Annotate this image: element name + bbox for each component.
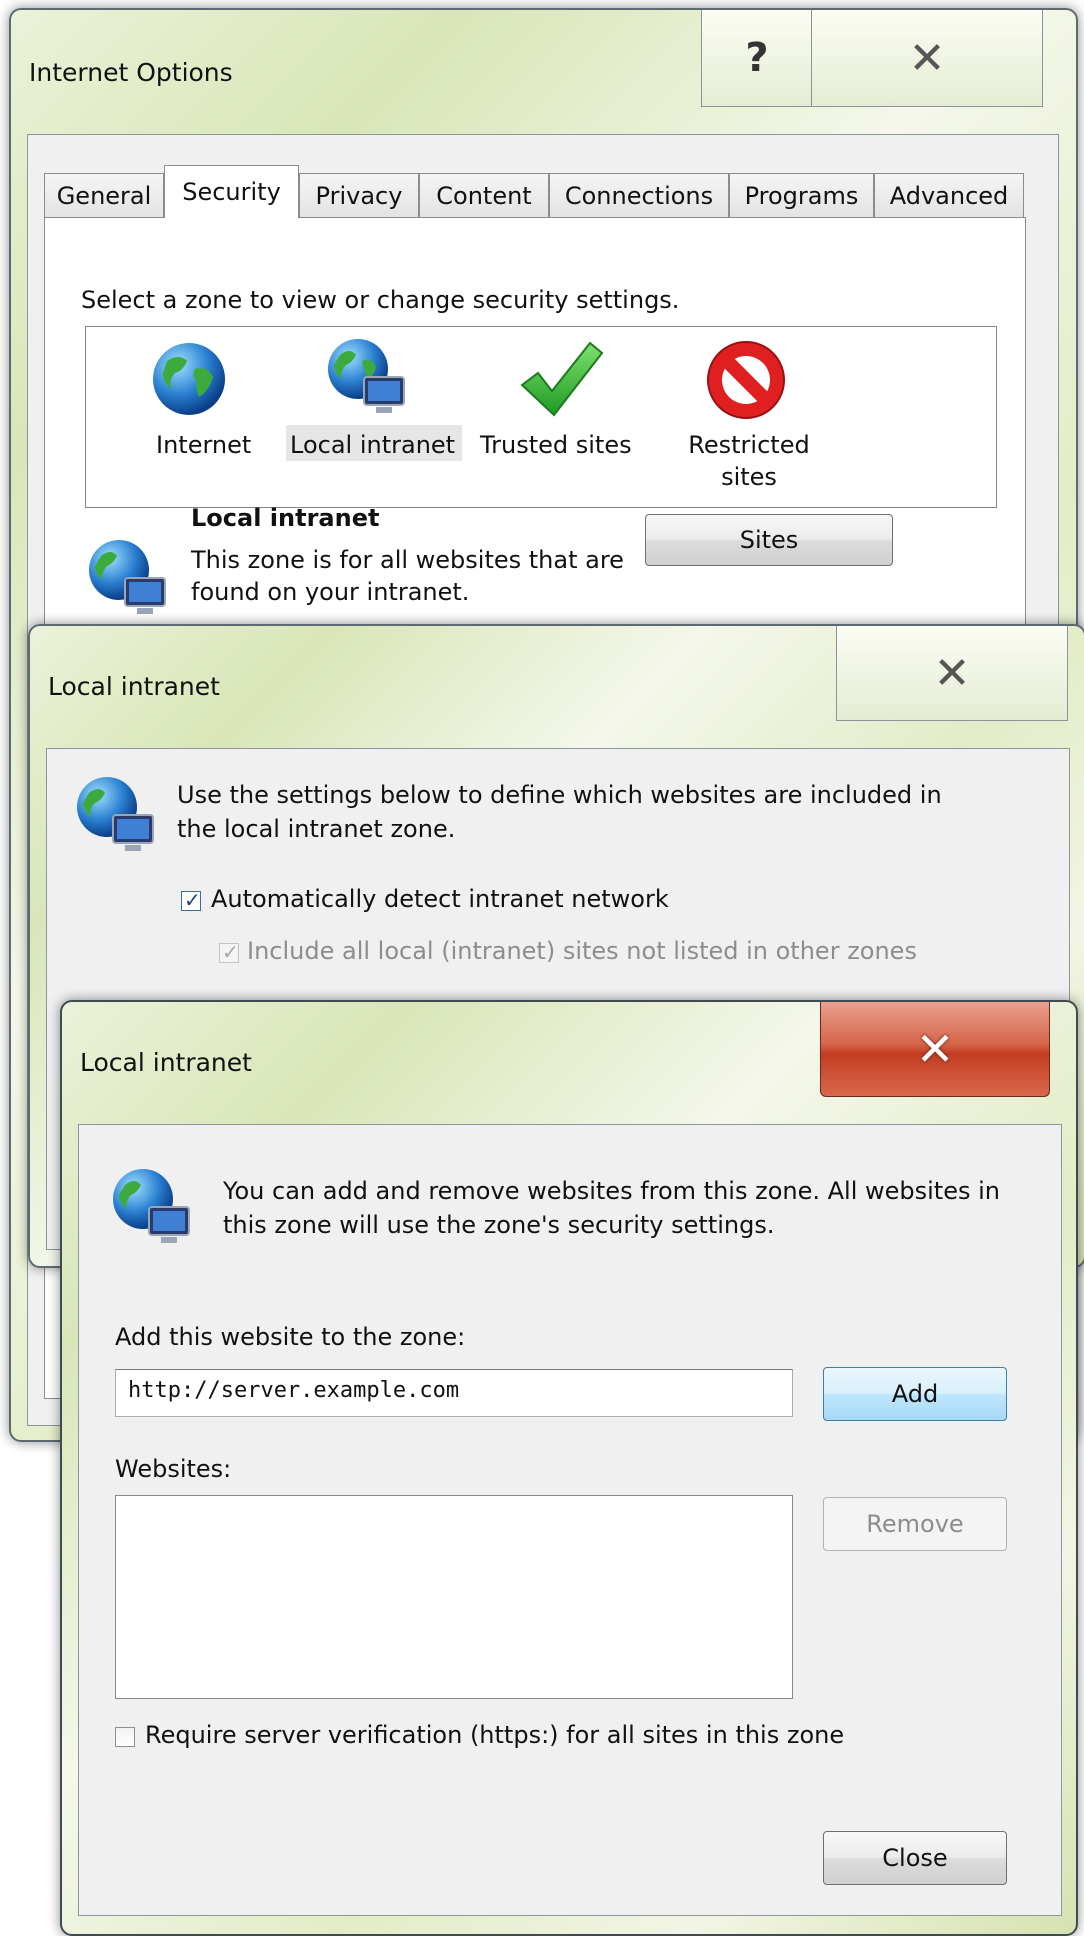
intro-line-1: You can add and remove websites from thi… [223, 1177, 1000, 1205]
close-button[interactable]: ✕ [811, 10, 1043, 107]
require-https-checkbox[interactable] [115, 1727, 135, 1747]
zone-heading: Local intranet [191, 504, 380, 532]
globe-icon [153, 343, 225, 415]
zone-description-line-2: found on your intranet. [191, 578, 470, 606]
close-icon: ✕ [915, 1022, 955, 1076]
zone-item-internet[interactable]: Internet [116, 331, 266, 501]
zone-label: Local intranet [290, 431, 456, 459]
zone-label: Internet [156, 431, 252, 459]
tab-connections[interactable]: Connections [549, 173, 729, 217]
checkmark-icon: ✓ [184, 888, 201, 912]
intranet-globe-icon [328, 339, 405, 413]
zone-label: Trusted sites [480, 431, 632, 459]
intranet-globe-icon [77, 777, 154, 851]
tab-strip: General Security Privacy Content Connect… [44, 165, 1044, 218]
dialog-title: Local intranet [48, 672, 220, 701]
zone-prompt: Select a zone to view or change security… [81, 286, 680, 314]
tab-advanced[interactable]: Advanced [874, 173, 1024, 217]
no-entry-icon [707, 341, 785, 419]
zone-item-restricted-sites[interactable]: Restricted sites [671, 331, 831, 501]
checkmark-icon: ✓ [222, 940, 239, 964]
add-website-input[interactable]: http://server.example.com [115, 1369, 793, 1417]
intro-line-2: this zone will use the zone's security s… [223, 1211, 775, 1239]
add-button[interactable]: Add [823, 1367, 1007, 1421]
local-intranet-sites-dialog: Local intranet ✕ You can add and remove … [60, 1000, 1078, 1936]
sites-dialog-client: You can add and remove websites from thi… [78, 1124, 1062, 1916]
remove-button[interactable]: Remove [823, 1497, 1007, 1551]
auto-detect-label: Automatically detect intranet network [211, 885, 669, 913]
require-https-label: Require server verification (https:) for… [145, 1721, 845, 1749]
close-button[interactable]: ✕ [820, 1002, 1050, 1097]
green-checkmark-icon [520, 341, 604, 417]
tab-programs[interactable]: Programs [729, 173, 874, 217]
zone-item-trusted-sites[interactable]: Trusted sites [476, 331, 646, 501]
help-button[interactable]: ? [701, 10, 813, 107]
websites-list[interactable] [115, 1495, 793, 1699]
close-button[interactable]: ✕ [836, 626, 1068, 721]
close-icon: ✕ [933, 647, 971, 699]
sites-button[interactable]: Sites [645, 514, 893, 566]
zone-item-local-intranet[interactable]: Local intranet [284, 331, 464, 501]
help-icon: ? [745, 35, 769, 81]
zone-label: Restricted sites [688, 431, 810, 491]
add-website-label: Add this website to the zone: [115, 1323, 466, 1351]
dialog-title: Local intranet [80, 1048, 252, 1077]
intranet-globe-icon [113, 1169, 190, 1243]
tab-general[interactable]: General [44, 173, 164, 217]
tab-privacy[interactable]: Privacy [299, 173, 419, 217]
tab-content[interactable]: Content [419, 173, 549, 217]
tab-security[interactable]: Security [164, 165, 299, 218]
websites-label: Websites: [115, 1455, 232, 1483]
window-title: Internet Options [29, 58, 233, 87]
intro-line-2: the local intranet zone. [177, 815, 456, 843]
add-website-value: http://server.example.com [128, 1378, 460, 1403]
intranet-globe-icon [89, 540, 166, 614]
close-dialog-button[interactable]: Close [823, 1831, 1007, 1885]
include-local-checkbox: ✓ [219, 940, 239, 964]
close-icon: ✕ [908, 32, 946, 84]
intro-line-1: Use the settings below to define which w… [177, 781, 942, 809]
zone-list: Internet Local intranet Trusted sites Re… [85, 326, 997, 508]
auto-detect-checkbox[interactable]: ✓ [181, 888, 201, 912]
zone-description-line-1: This zone is for all websites that are [191, 546, 624, 574]
include-local-label: Include all local (intranet) sites not l… [247, 937, 917, 965]
